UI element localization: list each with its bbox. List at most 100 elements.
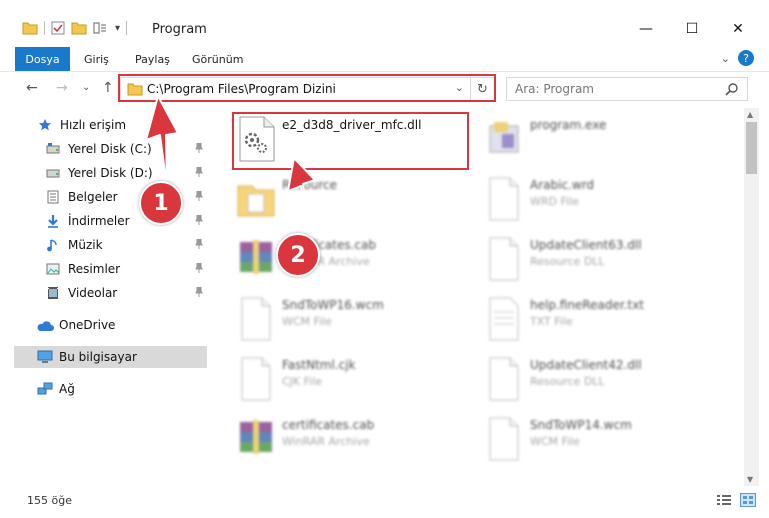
- sidebar-item-label: Yerel Disk (C:): [68, 142, 152, 156]
- file-name: SndToWP14.wcm: [530, 418, 632, 432]
- properties-icon[interactable]: [51, 21, 65, 35]
- pin-icon[interactable]: [195, 191, 203, 201]
- qa-dropdown[interactable]: ▾: [115, 23, 120, 34]
- new-folder-icon[interactable]: [71, 21, 87, 35]
- sidebar-item-label: Resimler: [68, 262, 121, 276]
- scroll-down-icon[interactable]: ▼: [747, 475, 753, 484]
- up-button[interactable]: ↑: [102, 80, 114, 96]
- close-icon: ✕: [732, 21, 744, 37]
- file-icon: [241, 297, 271, 341]
- winrar-icon: [240, 420, 272, 454]
- sidebar-item-onedrive[interactable]: OneDrive: [14, 314, 207, 336]
- winrar-icon: [240, 240, 272, 274]
- list-item-file[interactable]: SndToWP14.wcm WCM File: [472, 410, 712, 466]
- ribbon: Dosya Giriş Paylaş Görünüm ⌄ ?: [0, 44, 769, 72]
- file-name: program.exe: [530, 118, 607, 132]
- file-type: CJK File: [282, 375, 323, 388]
- sidebar-item-label: Yerel Disk (D:): [68, 166, 153, 180]
- search-box[interactable]: Ara: Program: [506, 77, 748, 101]
- sidebar-item-label: Ağ: [59, 382, 75, 396]
- star-icon: [39, 119, 51, 131]
- list-item-file[interactable]: UpdateClient42.dll Resource DLL: [472, 350, 712, 406]
- quick-access-toolbar: ▾: [22, 21, 133, 35]
- pin-icon[interactable]: [195, 239, 203, 249]
- list-item-file[interactable]: UpdateClient63.dll Resource DLL: [472, 230, 712, 286]
- tab-view[interactable]: Görünüm: [192, 53, 243, 66]
- sidebar-item-this-pc[interactable]: Bu bilgisayar: [14, 346, 207, 368]
- sidebar-item-pictures[interactable]: Resimler: [14, 258, 207, 280]
- maximize-button[interactable]: ☐: [669, 14, 715, 44]
- file-name: Resource: [282, 178, 338, 192]
- vertical-scrollbar[interactable]: ▲ ▼: [744, 108, 759, 486]
- close-button[interactable]: ✕: [715, 14, 761, 44]
- tab-share[interactable]: Paylaş: [135, 53, 170, 66]
- title-bar: ▾ Program — ☐ ✕: [0, 0, 769, 44]
- pin-icon[interactable]: [195, 143, 203, 153]
- sidebar-item-quick-access[interactable]: Hızlı erişim: [14, 114, 207, 136]
- qa-divider: [126, 21, 128, 35]
- sidebar-item-label: Müzik: [68, 238, 103, 252]
- pictures-icon: [46, 263, 60, 275]
- file-name: certificates.cab: [282, 418, 375, 432]
- list-item-file[interactable]: Certificates.cab WinRAR Archive: [224, 230, 464, 286]
- documents-icon: [47, 190, 59, 204]
- sidebar-item-label: Belgeler: [68, 190, 118, 204]
- help-icon[interactable]: ?: [738, 50, 754, 66]
- search-input[interactable]: Ara: Program: [515, 82, 594, 96]
- list-item-file[interactable]: help.fineReader.txt TXT File: [472, 290, 712, 346]
- pin-icon[interactable]: [195, 263, 203, 273]
- minimize-button[interactable]: —: [623, 14, 669, 44]
- pin-icon[interactable]: [195, 287, 203, 297]
- sidebar-item-music[interactable]: Müzik: [14, 234, 207, 256]
- file-name: SndToWP16.wcm: [282, 298, 384, 312]
- details-view-icon[interactable]: [716, 493, 732, 507]
- status-bar: 155 öğe: [0, 486, 769, 518]
- large-icons-view-icon[interactable]: [740, 493, 756, 507]
- list-item-file[interactable]: program.exe: [472, 110, 712, 166]
- recent-locations-button[interactable]: ⌄: [82, 82, 90, 93]
- list-item-file[interactable]: FastNtml.cjk CJK File: [224, 350, 464, 406]
- back-button[interactable]: ←: [26, 80, 38, 96]
- sidebar-item-drive-d[interactable]: Yerel Disk (D:): [14, 162, 207, 184]
- sidebar-item-drive-c[interactable]: Yerel Disk (C:): [14, 138, 207, 160]
- sidebar-item-videos[interactable]: Videolar: [14, 282, 207, 304]
- customize-icon[interactable]: [93, 22, 107, 34]
- file-type: TXT File: [530, 315, 573, 328]
- ribbon-expand-icon[interactable]: ⌄: [721, 52, 730, 65]
- minimize-icon: —: [639, 21, 653, 37]
- callout-1: 1: [139, 181, 183, 225]
- sidebar-item-network[interactable]: Ağ: [14, 378, 207, 400]
- file-name: FastNtml.cjk: [282, 358, 356, 372]
- window-title: Program: [152, 22, 207, 37]
- tab-file[interactable]: Dosya: [15, 47, 70, 71]
- file-type: WCM File: [282, 315, 332, 328]
- file-icon: [489, 417, 519, 461]
- file-type: Resource DLL: [530, 255, 605, 268]
- list-item-file[interactable]: Resource: [224, 170, 464, 226]
- music-icon: [47, 239, 57, 252]
- file-name: UpdateClient42.dll: [530, 358, 642, 372]
- search-icon[interactable]: [725, 82, 739, 96]
- sidebar-item-label: OneDrive: [59, 318, 116, 332]
- file-type: Resource DLL: [530, 375, 605, 388]
- forward-button[interactable]: →: [56, 80, 68, 96]
- pin-icon[interactable]: [195, 167, 203, 177]
- file-icon: [489, 177, 519, 221]
- qa-divider: [44, 21, 45, 35]
- list-item-file[interactable]: certificates.cab WinRAR Archive: [224, 410, 464, 466]
- computer-icon: [37, 350, 53, 363]
- scroll-up-icon[interactable]: ▲: [747, 110, 753, 119]
- folder-icon: [237, 185, 275, 217]
- list-item-file[interactable]: SndToWP16.wcm WCM File: [224, 290, 464, 346]
- pin-icon[interactable]: [195, 215, 203, 225]
- tab-home[interactable]: Giriş: [84, 53, 109, 66]
- sidebar-item-label: İndirmeler: [68, 214, 130, 228]
- item-count: 155 öğe: [27, 494, 72, 507]
- videos-icon: [48, 287, 58, 299]
- file-icon: [489, 357, 519, 401]
- list-item-file[interactable]: Arabic.wrd WRD File: [472, 170, 712, 226]
- file-highlight-box: [232, 112, 469, 170]
- scrollbar-thumb[interactable]: [746, 122, 757, 174]
- text-file-icon: [489, 297, 519, 341]
- file-icon: [241, 357, 271, 401]
